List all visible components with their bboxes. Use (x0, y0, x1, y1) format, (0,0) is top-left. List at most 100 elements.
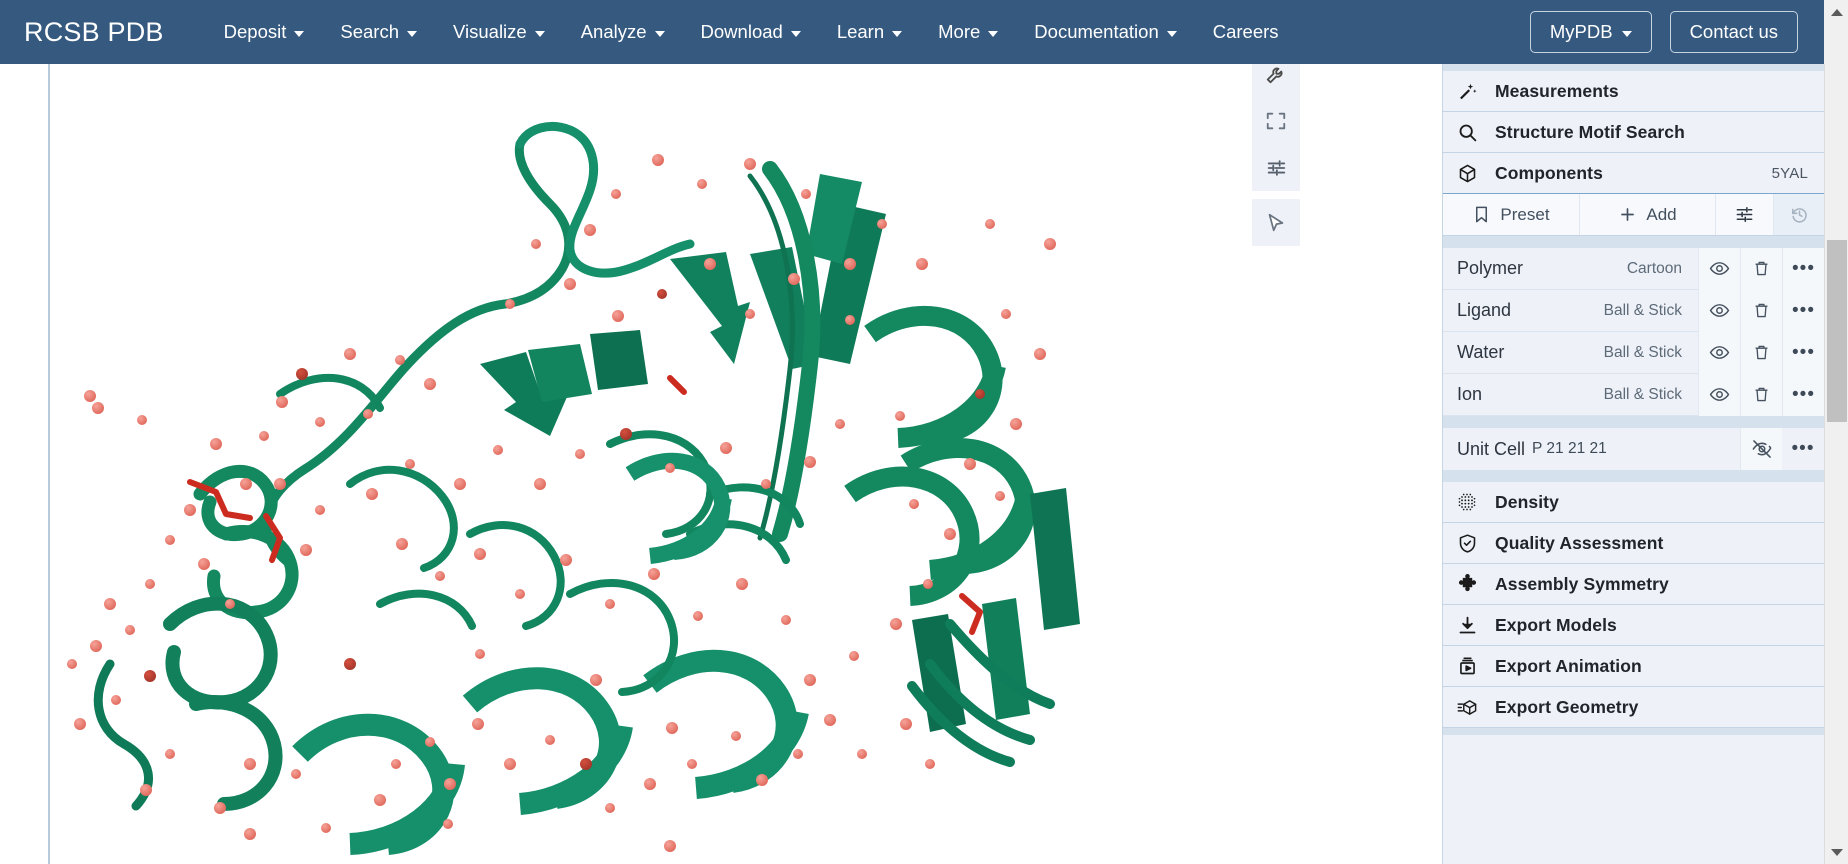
puzzle-piece-icon (1457, 573, 1485, 595)
remove-component-button[interactable] (1740, 290, 1782, 332)
component-name: Polymer (1443, 258, 1627, 279)
toggle-visibility-button[interactable] (1698, 332, 1740, 374)
app-root: RCSB PDB Deposit Search Visualize Analyz… (0, 0, 1848, 864)
selection-mode-button[interactable] (1252, 199, 1300, 246)
eye-icon (1709, 342, 1730, 363)
nav-label: Download (701, 21, 783, 43)
section-label: Density (1495, 492, 1559, 513)
grid-dots-icon (1457, 491, 1485, 513)
structure-canvas[interactable] (50, 64, 1118, 864)
nav-item-visualize[interactable]: Visualize (435, 13, 563, 51)
nav-item-search[interactable]: Search (322, 13, 435, 51)
scrollbar-up-arrow[interactable] (1825, 0, 1848, 24)
nav-item-careers[interactable]: Careers (1195, 13, 1297, 51)
component-row-water[interactable]: Water Ball & Stick ••• (1443, 332, 1824, 374)
viewport-controls-toolbar (1252, 50, 1300, 246)
search-icon (1457, 121, 1485, 143)
nav-item-learn[interactable]: Learn (819, 13, 920, 51)
component-more-options-button[interactable]: ••• (1782, 332, 1824, 374)
component-name: Ion (1443, 384, 1604, 405)
trash-icon (1752, 343, 1771, 362)
section-label: Export Animation (1495, 656, 1642, 677)
wrench-icon (1265, 63, 1287, 85)
section-measurements[interactable]: Measurements (1443, 71, 1824, 112)
molstar-viewport[interactable] (48, 64, 1118, 864)
nav-item-deposit[interactable]: Deposit (206, 13, 323, 51)
component-row-ligand[interactable]: Ligand Ball & Stick ••• (1443, 290, 1824, 332)
component-more-options-button[interactable]: ••• (1782, 290, 1824, 332)
section-components[interactable]: Components 5YAL (1443, 153, 1824, 194)
components-options-button[interactable] (1716, 194, 1774, 235)
toggle-visibility-button[interactable] (1698, 374, 1740, 416)
chevron-down-icon (407, 31, 417, 37)
section-structure-motif-search[interactable]: Structure Motif Search (1443, 112, 1824, 153)
mypdb-label: MyPDB (1550, 21, 1613, 43)
eye-icon (1709, 384, 1730, 405)
sections-divider (1443, 470, 1824, 482)
component-representation: Ball & Stick (1604, 302, 1698, 320)
ellipsis-icon: ••• (1792, 445, 1815, 453)
unit-cell-row[interactable]: Unit Cell P 21 21 21 ••• (1443, 428, 1824, 470)
film-export-icon (1457, 655, 1485, 677)
section-export-animation[interactable]: Export Animation (1443, 646, 1824, 687)
unit-cell-visibility-button[interactable] (1740, 428, 1782, 470)
preset-button[interactable]: Preset (1443, 194, 1580, 235)
chevron-down-icon (1831, 849, 1843, 856)
section-assembly-symmetry[interactable]: Assembly Symmetry (1443, 564, 1824, 605)
fullscreen-button[interactable] (1252, 97, 1300, 144)
unit-cell-divider (1443, 416, 1824, 428)
window-scrollbar[interactable] (1824, 0, 1848, 864)
chevron-down-icon (1167, 31, 1177, 37)
protein-cartoon-render (50, 64, 1118, 864)
trash-icon (1752, 301, 1771, 320)
nav-item-more[interactable]: More (920, 13, 1016, 51)
nav-item-analyze[interactable]: Analyze (563, 13, 683, 51)
components-history-button[interactable] (1774, 194, 1824, 235)
component-row-ion[interactable]: Ion Ball & Stick ••• (1443, 374, 1824, 416)
section-quality-assessment[interactable]: Quality Assessment (1443, 523, 1824, 564)
section-export-models[interactable]: Export Models (1443, 605, 1824, 646)
component-representation: Cartoon (1627, 260, 1698, 278)
nav-label: Careers (1213, 21, 1279, 43)
unit-cell-more-options-button[interactable]: ••• (1782, 428, 1824, 470)
unit-cell-label: Unit Cell (1443, 439, 1525, 460)
remove-component-button[interactable] (1740, 374, 1782, 416)
section-label: Measurements (1495, 81, 1619, 102)
nav-label: Deposit (224, 21, 287, 43)
rcsb-pdb-logo[interactable]: RCSB PDB (24, 17, 164, 48)
ellipsis-icon: ••• (1792, 349, 1815, 357)
remove-component-button[interactable] (1740, 248, 1782, 290)
contact-us-button[interactable]: Contact us (1670, 11, 1798, 53)
chevron-down-icon (655, 31, 665, 37)
toggle-visibility-button[interactable] (1698, 290, 1740, 332)
component-row-polymer[interactable]: Polymer Cartoon ••• (1443, 248, 1824, 290)
scrollbar-down-arrow[interactable] (1825, 840, 1848, 864)
component-more-options-button[interactable]: ••• (1782, 374, 1824, 416)
section-label: Export Models (1495, 615, 1617, 636)
nav-label: Learn (837, 21, 884, 43)
section-density[interactable]: Density (1443, 482, 1824, 523)
nav-item-documentation[interactable]: Documentation (1016, 13, 1194, 51)
eye-icon (1709, 258, 1730, 279)
download-icon (1457, 614, 1485, 636)
component-more-options-button[interactable]: ••• (1782, 248, 1824, 290)
navbar-actions: MyPDB Contact us (1530, 0, 1798, 64)
remove-component-button[interactable] (1740, 332, 1782, 374)
components-divider (1443, 236, 1824, 248)
section-export-geometry[interactable]: Export Geometry (1443, 687, 1824, 728)
chevron-down-icon (535, 31, 545, 37)
fullscreen-icon (1265, 110, 1287, 132)
nav-label: Analyze (581, 21, 647, 43)
toggle-visibility-button[interactable] (1698, 248, 1740, 290)
section-label: Assembly Symmetry (1495, 574, 1669, 595)
component-representation: Ball & Stick (1604, 344, 1698, 362)
nav-label: Documentation (1034, 21, 1158, 43)
ellipsis-icon: ••• (1792, 307, 1815, 315)
nav-item-download[interactable]: Download (683, 13, 819, 51)
undo-history-icon (1790, 205, 1809, 224)
add-component-button[interactable]: Add (1580, 194, 1716, 235)
scrollbar-thumb[interactable] (1827, 240, 1847, 422)
mypdb-button[interactable]: MyPDB (1530, 11, 1652, 53)
trash-icon (1752, 259, 1771, 278)
viewport-settings-button[interactable] (1252, 144, 1300, 191)
